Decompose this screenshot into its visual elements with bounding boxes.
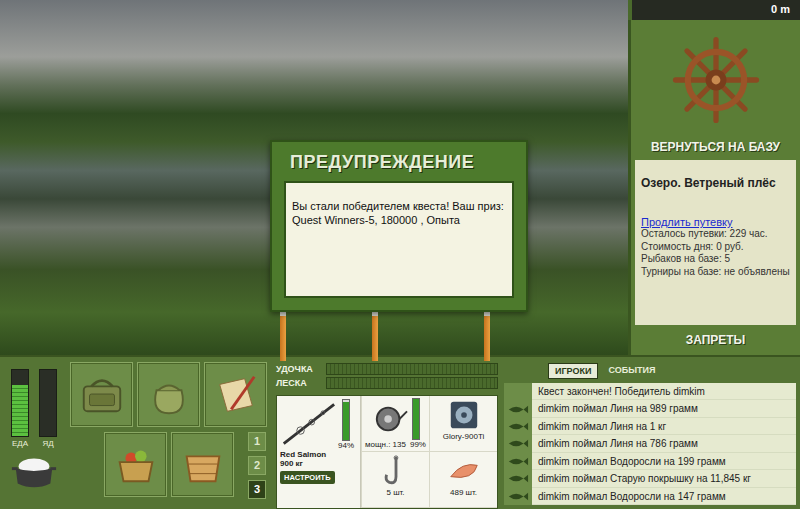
hook-count: 5 шт.: [386, 488, 404, 497]
tackle-panel: УДОЧКА ЛЕСКА 94%Red Salmon900 кг НАСТРОИТЬ м…: [272, 357, 500, 509]
event-row: dimkim поймал Водоросли на 147 грамм: [504, 488, 796, 505]
vital-meter: ЕДА: [11, 369, 29, 448]
inventory-slot[interactable]: [70, 362, 133, 427]
dialog-title: ПРЕДУПРЕЖДЕНИЕ: [284, 146, 514, 181]
inventory-slot[interactable]: [104, 432, 167, 497]
rod-capacity: 900 кг: [280, 459, 357, 468]
meter-fill: [12, 385, 28, 436]
inventory-panel: 1 2 3: [68, 357, 272, 509]
pouch-icon: [145, 371, 193, 419]
back-to-base-button[interactable]: ВЕРНУТЬСЯ НА БАЗУ: [635, 136, 796, 158]
tension-bar: УДОЧКА: [276, 363, 498, 375]
event-text: dimkim поймал Линя на 989 грамм: [532, 400, 796, 417]
event-text: Квест закончен! Победитель dimkim: [532, 383, 796, 400]
dialog-body: Вы стали победителем квеста! Ваш приз: Q…: [284, 181, 514, 298]
sign-post: [280, 310, 286, 361]
meter-track: [39, 369, 57, 437]
rod-wear: 94%: [338, 441, 354, 450]
inventory-page-button[interactable]: 3: [248, 480, 266, 499]
inventory-page-button[interactable]: 2: [248, 456, 266, 475]
hook-slot[interactable]: 5 шт.: [361, 452, 429, 508]
event-row: dimkim поймал Водоросли на 199 грамм: [504, 453, 796, 470]
bait-count: 489 шт.: [450, 488, 477, 497]
fish-icon: [507, 491, 529, 502]
tension-track: [326, 377, 498, 389]
food-basket-icon: [112, 441, 160, 489]
bait-icon: [445, 454, 483, 488]
reel-icon: [371, 402, 409, 436]
bait-slot[interactable]: 489 шт.: [429, 452, 497, 508]
event-row: Квест закончен! Победитель dimkim: [504, 383, 796, 400]
sign-post: [372, 310, 378, 361]
line-name: Glory-900Ti: [443, 432, 485, 441]
tension-label: ЛЕСКА: [276, 378, 322, 388]
distance-display: 0 m: [628, 0, 800, 20]
event-text: dimkim поймал Линя на 786 грамм: [532, 435, 796, 452]
event-text: dimkim поймал Водоросли на 199 грамм: [532, 453, 796, 470]
fish-icon: [507, 473, 529, 484]
inventory-slot[interactable]: [204, 362, 267, 427]
line-slot[interactable]: Glory-900Ti: [429, 396, 497, 452]
event-text: dimkim поймал Старую покрышку на 11,845 …: [532, 470, 796, 487]
inventory-slot[interactable]: [137, 362, 200, 427]
reel-power: мощн.: 135: [365, 440, 406, 449]
sign-post: [484, 310, 490, 361]
event-text: dimkim поймал Водоросли на 147 грамм: [532, 488, 796, 505]
setup-button[interactable]: НАСТРОИТЬ: [280, 471, 335, 484]
vital-meter: ЯД: [39, 369, 57, 448]
rod-wear-fill: [343, 402, 349, 440]
meter-label: ЯД: [42, 439, 53, 448]
feed-tab[interactable]: ИГРОКИ: [548, 363, 598, 379]
dialog-message: Вы стали победителем квеста! Ваш приз: Q…: [292, 199, 506, 228]
warning-dialog: ПРЕДУПРЕЖДЕНИЕ Вы стали победителем квест…: [270, 140, 528, 312]
location-detail: Рыбаков на базе: 5: [641, 253, 790, 266]
rod-wear-bar: [342, 399, 350, 441]
event-list: Квест закончен! Победитель dimkimdimkim …: [504, 383, 796, 505]
inventory-slot[interactable]: [171, 432, 234, 497]
tension-label: УДОЧКА: [276, 364, 322, 374]
game-screen: ПРЕДУПРЕЖДЕНИЕ Вы стали победителем квест…: [0, 0, 800, 509]
event-row: dimkim поймал Линя на 1 кг: [504, 418, 796, 435]
event-row: dimkim поймал Линя на 989 грамм: [504, 400, 796, 417]
reel-wear-bar: [412, 398, 420, 440]
meter-label: ЕДА: [12, 439, 28, 448]
event-row: dimkim поймал Линя на 786 грамм: [504, 435, 796, 452]
tension-track: [326, 363, 498, 375]
fish-icon: [507, 404, 529, 415]
ship-wheel-icon[interactable]: [672, 36, 760, 124]
reel-wear-fill: [413, 399, 419, 439]
meter-track: [11, 369, 29, 437]
location-info: Озеро. Ветреный плёс Продлить путевкуОста…: [635, 160, 796, 325]
tension-bar: ЛЕСКА: [276, 377, 498, 389]
lake-scene: ПРЕДУПРЕЖДЕНИЕ Вы стали победителем квест…: [0, 0, 628, 355]
location-detail: Стоимость дня: 0 руб.: [641, 241, 790, 254]
rod-slot[interactable]: 94%Red Salmon900 кг НАСТРОИТЬ: [277, 396, 361, 508]
map-and-quill-icon: [212, 371, 260, 419]
cooking-pot-icon[interactable]: [10, 452, 58, 492]
feed-tab[interactable]: СОБЫТИЯ: [602, 363, 661, 379]
fish-icon: [507, 456, 529, 467]
line-spool-icon: [445, 398, 483, 432]
location-detail: Турниры на базе: не объявлены: [641, 266, 790, 279]
event-row: dimkim поймал Старую покрышку на 11,845 …: [504, 470, 796, 487]
reel-wear: 99%: [410, 440, 426, 449]
location-detail: Осталось путевки: 229 час.: [641, 228, 790, 241]
equipment-panel: 94%Red Salmon900 кг НАСТРОИТЬ мощн.: 135 99…: [276, 395, 498, 509]
events-panel: ИГРОКИСОБЫТИЯ Квест закончен! Победитель …: [500, 357, 800, 509]
rod-name: Red Salmon: [280, 450, 357, 459]
location-panel: 0 mВЕРНУТЬСЯ НА БАЗУОзеро. Ветреный плёс…: [628, 0, 800, 355]
hook-icon: [377, 454, 415, 488]
inventory-page-button[interactable]: 1: [248, 432, 266, 451]
bans-button[interactable]: ЗАПРЕТЫ: [635, 325, 796, 351]
bucket-icon: [179, 441, 227, 489]
tackle-bag-icon: [78, 371, 126, 419]
reel-slot[interactable]: мощн.: 135 99%: [361, 396, 429, 452]
location-name: Озеро. Ветреный плёс: [641, 176, 790, 190]
fishing-rod-icon: [280, 399, 336, 449]
vitals-panel: ЕДА ЯД: [0, 357, 68, 509]
event-text: dimkim поймал Линя на 1 кг: [532, 418, 796, 435]
extend-permit-link[interactable]: Продлить путевку: [641, 216, 790, 228]
fish-icon: [507, 421, 529, 432]
fish-icon: [507, 438, 529, 449]
